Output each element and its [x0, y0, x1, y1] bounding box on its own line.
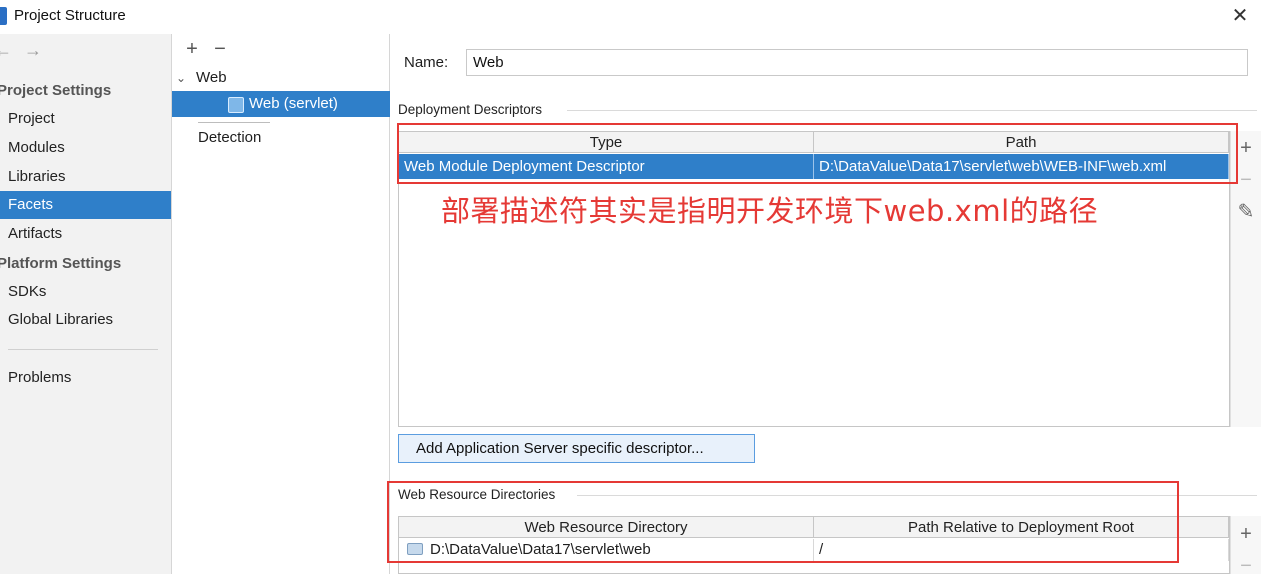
facet-tree-panel: + − ⌄ Web Web (servlet) Detection — [172, 34, 390, 574]
title-bar: Project Structure ✕ — [0, 0, 1261, 34]
tree-node-web-servlet[interactable]: Web (servlet) — [172, 91, 390, 117]
tree-node-web-label: Web — [196, 69, 227, 86]
sidebar-item-facets[interactable]: Facets — [0, 191, 171, 219]
app-icon — [0, 7, 7, 25]
project-settings-header: Project Settings — [0, 82, 112, 99]
annotation-text: 部署描述符其实是指明开发环境下web.xml的路径 — [441, 194, 1099, 228]
sidebar-item-project[interactable]: Project — [0, 105, 171, 133]
tree-node-web[interactable]: ⌄ Web — [172, 65, 390, 91]
group-separator — [567, 110, 1257, 111]
sidebar-item-libraries[interactable]: Libraries — [0, 163, 171, 191]
sidebar-item-artifacts[interactable]: Artifacts — [0, 220, 171, 248]
edit-descriptor-icon[interactable]: ✎ — [1231, 198, 1261, 230]
tree-toolbar: + − — [178, 38, 234, 61]
sidebar-item-problems[interactable]: Problems — [0, 364, 171, 392]
tree-node-servlet-label: Web (servlet) — [249, 95, 338, 112]
chevron-down-icon[interactable]: ⌄ — [176, 65, 196, 91]
sidebar-item-sdks[interactable]: SDKs — [0, 278, 171, 306]
add-resource-dir-icon[interactable]: + — [1231, 520, 1261, 552]
close-icon[interactable]: ✕ — [1229, 4, 1251, 28]
add-server-descriptor-button[interactable]: Add Application Server specific descript… — [398, 434, 755, 463]
window-title: Project Structure — [14, 7, 126, 24]
add-facet-icon[interactable]: + — [178, 38, 206, 61]
web-facet-icon — [228, 97, 244, 113]
facet-details: Name: Web Deployment Descriptors Type Pa… — [387, 34, 1261, 574]
sidebar-item-modules[interactable]: Modules — [0, 134, 171, 162]
back-arrow-icon[interactable]: ← — [0, 40, 12, 61]
sidebar-item-global-libraries[interactable]: Global Libraries — [0, 306, 171, 334]
deployment-descriptors-label: Deployment Descriptors — [398, 102, 543, 117]
history-nav: ← → — [0, 40, 54, 61]
platform-settings-header: Platform Settings — [0, 255, 122, 272]
name-field[interactable]: Web — [466, 49, 1248, 76]
sidebar-divider — [8, 349, 158, 350]
annotation-box-resource-dirs — [387, 481, 1179, 563]
remove-resource-dir-icon[interactable]: − — [1231, 552, 1261, 574]
tree-node-detection[interactable]: Detection — [172, 125, 390, 151]
name-label: Name: — [404, 54, 449, 71]
annotation-box-descriptors — [397, 123, 1238, 184]
settings-sidebar: ← → Project Settings Project Modules Libr… — [0, 34, 172, 574]
resource-dir-toolbar: + − — [1231, 520, 1261, 574]
forward-arrow-icon[interactable]: → — [24, 40, 42, 61]
tree-divider — [198, 122, 270, 123]
remove-facet-icon[interactable]: − — [206, 38, 234, 61]
